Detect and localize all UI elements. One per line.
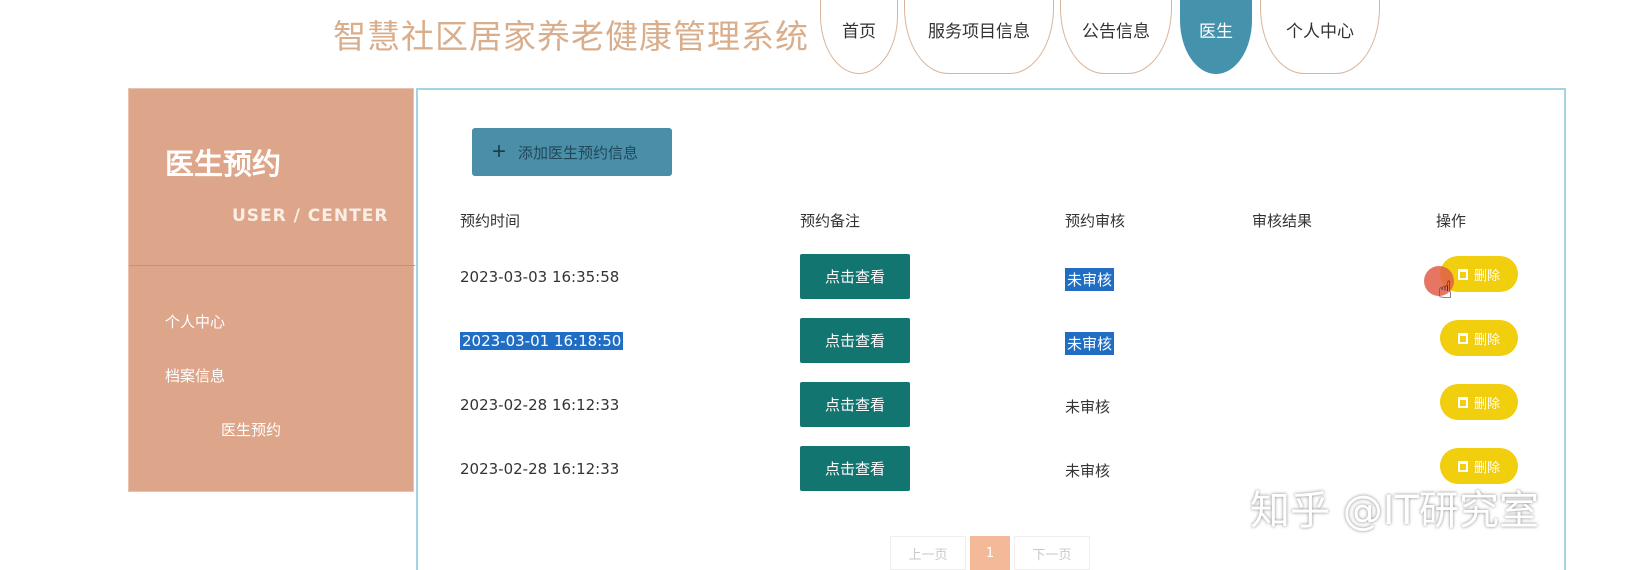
sidebar-subtitle: USER / CENTER — [232, 206, 389, 226]
appointment-time: 2023-03-01 16:18:50 — [460, 332, 624, 350]
column-header-review: 预约审核 — [1065, 212, 1126, 230]
trash-icon — [1457, 268, 1468, 280]
review-status: 未审核 — [1065, 462, 1111, 480]
delete-button[interactable]: 删除 — [1440, 320, 1518, 356]
hand-cursor-icon: ☝ — [1438, 276, 1453, 304]
nav-tab-home[interactable]: 首页 — [820, 0, 898, 74]
appointment-time: 2023-02-28 16:12:33 — [460, 460, 620, 478]
sidebar-item-user-center[interactable]: 个人中心 — [165, 311, 225, 332]
delete-label: 删除 — [1473, 331, 1500, 347]
trash-icon — [1457, 396, 1468, 408]
delete-label: 删除 — [1473, 395, 1500, 411]
appointment-time: 2023-03-03 16:35:58 — [460, 268, 620, 286]
nav-tab-user-center[interactable]: 个人中心 — [1260, 0, 1380, 74]
trash-icon — [1457, 460, 1468, 472]
column-header-note: 预约备注 — [800, 212, 861, 230]
site-title: 智慧社区居家养老健康管理系统 — [333, 17, 809, 56]
review-status: 未审核 — [1065, 332, 1115, 355]
add-appointment-label: 添加医生预约信息 — [518, 144, 639, 162]
delete-label: 删除 — [1473, 267, 1500, 283]
review-status: 未审核 — [1065, 268, 1115, 291]
sidebar: 医生预约 USER / CENTER 个人中心 档案信息 医生预约 — [128, 88, 415, 492]
add-appointment-button[interactable]: + 添加医生预约信息 — [472, 128, 672, 176]
review-status: 未审核 — [1065, 398, 1111, 416]
nav-tab-notices[interactable]: 公告信息 — [1060, 0, 1172, 74]
prev-page-button[interactable]: 上一页 — [890, 536, 966, 570]
sidebar-item-doctor-appointment[interactable]: 医生预约 — [221, 419, 281, 440]
delete-button[interactable]: 删除 — [1440, 384, 1518, 420]
sidebar-item-records[interactable]: 档案信息 — [165, 365, 225, 386]
column-header-actions: 操作 — [1436, 212, 1467, 230]
view-note-button[interactable]: 点击查看 — [800, 446, 910, 491]
column-header-time: 预约时间 — [460, 212, 521, 230]
plus-icon: + — [492, 138, 507, 165]
sidebar-title: 医生预约 — [165, 147, 282, 181]
nav-tab-doctor[interactable]: 医生 — [1180, 0, 1252, 74]
watermark: 知乎 @IT研究室 — [1250, 488, 1539, 534]
page-1-button[interactable]: 1 — [970, 536, 1010, 570]
view-note-button[interactable]: 点击查看 — [800, 254, 910, 299]
next-page-button[interactable]: 下一页 — [1014, 536, 1090, 570]
trash-icon — [1457, 332, 1468, 344]
appointment-time: 2023-02-28 16:12:33 — [460, 396, 620, 414]
nav-tab-services[interactable]: 服务项目信息 — [904, 0, 1054, 74]
view-note-button[interactable]: 点击查看 — [800, 382, 910, 427]
column-header-result: 审核结果 — [1252, 212, 1313, 230]
delete-label: 删除 — [1473, 459, 1500, 475]
sidebar-divider — [129, 265, 415, 266]
page: 智慧社区居家养老健康管理系统 首页 服务项目信息 公告信息 医生 个人中心 医生… — [0, 0, 1634, 570]
view-note-button[interactable]: 点击查看 — [800, 318, 910, 363]
